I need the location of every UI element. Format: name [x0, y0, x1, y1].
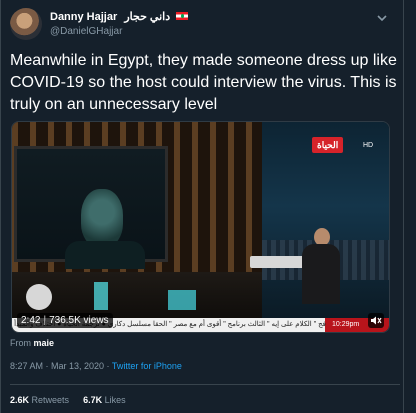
video-frame-host — [302, 228, 340, 312]
divider — [10, 384, 400, 385]
author-display-name-arabic[interactable]: داني حجار — [124, 11, 170, 23]
retweets-count: 2.6K — [10, 395, 30, 405]
author-display-name[interactable]: Danny Hajjar — [50, 11, 117, 23]
likes-label: Likes — [104, 395, 126, 405]
tweet-card: Danny Hajjar داني حجار @DanielGHajjar Me… — [0, 0, 416, 413]
video-views: 736.5K views — [49, 315, 109, 326]
tweet-timestamp[interactable]: 8:27 AM · Mar 13, 2020 · — [10, 361, 112, 371]
author-name[interactable]: Danny Hajjar داني حجار — [50, 10, 189, 23]
author-handle[interactable]: @DanielGHajjar — [50, 26, 122, 37]
video-watermark — [26, 284, 52, 310]
virus-body — [65, 241, 145, 269]
virus-costume — [81, 189, 123, 247]
video-duration: 2:42 — [21, 315, 41, 326]
volume-icon[interactable] — [368, 313, 384, 328]
video-frame-pedestal — [168, 290, 196, 310]
channel-logo: الحياة — [312, 137, 344, 153]
likes-count: 6.7K — [83, 395, 103, 405]
timeline-border-right — [403, 0, 404, 413]
video-player[interactable]: الحياة HD فج " الكلام على إيه " الثالث ب… — [11, 121, 390, 333]
chevron-down-icon[interactable] — [376, 12, 388, 27]
retweets-label: Retweets — [31, 395, 70, 405]
timeline-border-left — [0, 0, 1, 413]
video-source-name[interactable]: maie — [34, 338, 55, 348]
host-body — [302, 244, 340, 304]
ticker-time: 10:29pm — [332, 321, 360, 328]
tweet-client[interactable]: Twitter for iPhone — [112, 361, 182, 371]
tweet-text: Meanwhile in Egypt, they made someone dr… — [10, 52, 397, 113]
video-source-prefix: From — [10, 338, 31, 348]
channel-quality-badge: HD — [363, 142, 374, 149]
avatar[interactable] — [10, 8, 42, 40]
egypt-flag-icon — [176, 12, 189, 20]
video-source[interactable]: From maie — [10, 338, 54, 348]
video-frame-screen — [14, 146, 168, 269]
video-frame-pedestal — [94, 282, 108, 310]
tweet-meta: 8:27 AM · Mar 13, 2020 · Twitter for iPh… — [10, 361, 182, 371]
likes-stat[interactable]: 6.7K Likes — [83, 395, 126, 405]
retweets-stat[interactable]: 2.6K Retweets — [10, 395, 69, 405]
video-duration-badge: 2:42 | 736.5K views — [17, 313, 113, 328]
tweet-stats: 2.6K Retweets 6.7K Likes — [10, 395, 126, 405]
